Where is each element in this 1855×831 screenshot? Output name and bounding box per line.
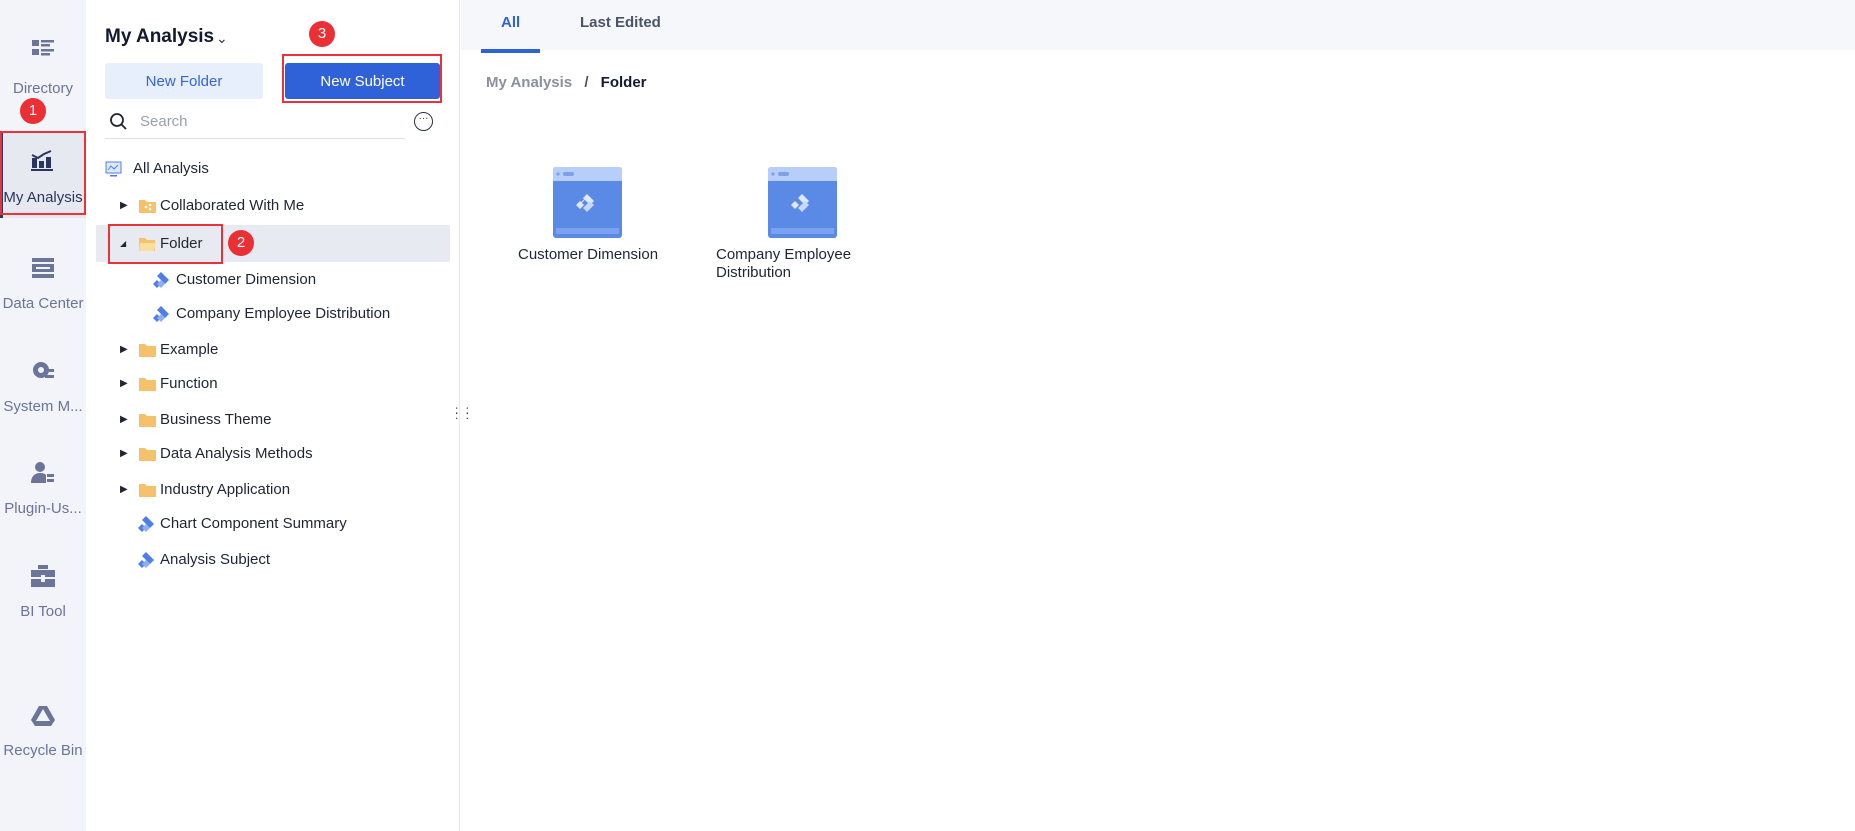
tree-label: Data Analysis Methods — [160, 445, 313, 462]
system-gear-icon — [33, 362, 54, 378]
nav-label: BI Tool — [20, 603, 66, 620]
nav-label: Directory — [12, 80, 73, 97]
folder-icon — [139, 343, 156, 357]
caret-right-icon[interactable]: ▶ — [120, 200, 130, 211]
nav-label: System M... — [3, 398, 83, 415]
subject-icon — [138, 551, 154, 568]
annotation-box-3 — [282, 54, 442, 103]
tab-bar: All Last Edited — [461, 0, 1855, 53]
subject-icon — [153, 271, 169, 288]
more-options-icon[interactable]: ··· — [414, 112, 433, 131]
tree-item-company-employee-distribution[interactable]: Company Employee Distribution — [96, 295, 450, 332]
directory-icon — [32, 40, 54, 56]
shared-folder-icon — [139, 199, 156, 213]
tree-item-collaborated[interactable]: ▶ Collaborated With Me — [96, 187, 450, 224]
search-input[interactable]: Search — [105, 105, 405, 139]
tree-item-example[interactable]: ▶ Example — [96, 331, 450, 368]
annotation-box-1 — [0, 131, 86, 215]
tree-item-function[interactable]: ▶ Function — [96, 365, 450, 402]
card-label[interactable]: Customer Dimension — [518, 246, 658, 264]
search-placeholder: Search — [140, 113, 188, 130]
caret-right-icon[interactable]: ▶ — [120, 484, 130, 495]
subject-icon — [138, 515, 154, 532]
tree-label: Company Employee Distribution — [176, 305, 391, 322]
new-folder-button[interactable]: New Folder — [105, 63, 263, 99]
card-label[interactable]: Company Employee Distribution — [716, 246, 861, 282]
tree-item-all-analysis[interactable]: All Analysis — [96, 150, 450, 187]
caret-right-icon[interactable]: ▶ — [120, 344, 130, 355]
nav-data-center[interactable]: Data Center — [0, 235, 86, 321]
resize-handle[interactable]: : :: : — [455, 404, 471, 421]
folder-icon — [139, 413, 156, 427]
tree-item-data-analysis-methods[interactable]: ▶ Data Analysis Methods — [96, 435, 450, 472]
caret-right-icon[interactable]: ▶ — [120, 414, 130, 425]
folder-icon — [139, 483, 156, 497]
analysis-tree-panel: My Analysis ⌄ New Folder New Subject Sea… — [86, 0, 460, 831]
tree-label: Function — [160, 375, 218, 392]
folder-icon — [139, 377, 156, 391]
recycle-bin-icon — [31, 706, 55, 726]
annotation-badge-3: 3 — [309, 21, 335, 47]
annotation-badge-1: 1 — [20, 98, 46, 124]
tab-last-edited[interactable]: Last Edited — [580, 14, 661, 31]
nav-plugin-user[interactable]: Plugin-Us... — [0, 440, 86, 526]
tree-item-analysis-subject[interactable]: Analysis Subject — [96, 541, 450, 578]
tree-item-customer-dimension[interactable]: Customer Dimension — [96, 261, 450, 298]
left-nav: Directory My Analysis Data Center System… — [0, 0, 86, 831]
tree-label: All Analysis — [133, 160, 209, 177]
toolbox-icon — [31, 565, 55, 587]
tree-label: Industry Application — [160, 481, 291, 498]
nav-system-management[interactable]: System M... — [0, 337, 86, 423]
active-tab-indicator — [481, 49, 540, 53]
tree-label: Chart Component Summary — [160, 515, 347, 532]
caret-right-icon[interactable]: ▶ — [120, 378, 130, 389]
analysis-monitor-icon — [105, 161, 122, 177]
tree-label: Business Theme — [160, 411, 272, 428]
annotation-badge-2: 2 — [228, 230, 254, 256]
breadcrumb-separator: / — [584, 74, 589, 91]
annotation-box-2 — [108, 224, 223, 264]
tree-item-business-theme[interactable]: ▶ Business Theme — [96, 401, 450, 438]
chevron-down-icon[interactable]: ⌄ — [216, 30, 228, 47]
breadcrumb: My Analysis / Folder — [486, 74, 647, 91]
breadcrumb-parent[interactable]: My Analysis — [486, 74, 572, 91]
folder-icon — [139, 447, 156, 461]
tree-label: Collaborated With Me — [160, 197, 305, 214]
nav-label: Plugin-Us... — [4, 500, 82, 517]
tree-label: Example — [160, 341, 219, 358]
nav-recycle-bin[interactable]: Recycle Bin — [0, 682, 86, 768]
tab-all[interactable]: All — [501, 14, 520, 31]
nav-directory[interactable]: Directory — [0, 22, 86, 108]
caret-right-icon[interactable]: ▶ — [120, 448, 130, 459]
search-icon — [110, 113, 127, 130]
panel-title[interactable]: My Analysis — [105, 26, 214, 48]
breadcrumb-current: Folder — [600, 74, 647, 91]
subject-icon — [153, 305, 169, 322]
nav-bi-tool[interactable]: BI Tool — [0, 542, 86, 628]
subject-card-icon[interactable] — [768, 167, 837, 238]
nav-label: Recycle Bin — [3, 742, 83, 759]
subject-card-icon[interactable] — [553, 167, 622, 238]
tree-label: Analysis Subject — [160, 551, 271, 568]
plugin-user-icon — [31, 462, 54, 483]
tree-label: Customer Dimension — [176, 271, 317, 288]
data-center-icon — [32, 258, 54, 278]
tree-item-chart-component-summary[interactable]: Chart Component Summary — [96, 505, 450, 542]
tree-item-industry-application[interactable]: ▶ Industry Application — [96, 471, 450, 508]
nav-label: Data Center — [2, 295, 84, 312]
